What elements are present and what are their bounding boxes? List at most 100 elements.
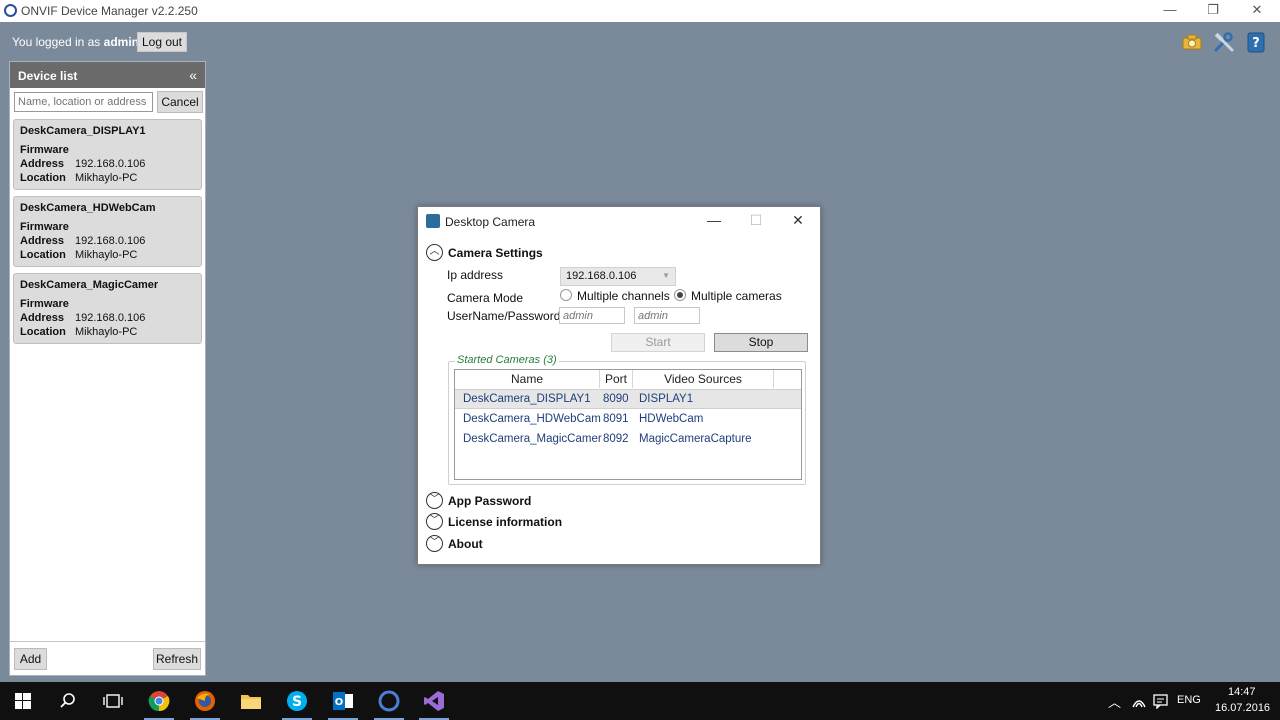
windows-logo-icon <box>15 693 31 709</box>
address-label: Address <box>20 158 65 170</box>
clock-date[interactable]: 16.07.2016 <box>1215 702 1270 714</box>
svg-text:O: O <box>335 697 344 708</box>
logout-button[interactable]: Log out <box>137 32 187 52</box>
onvif-app-icon <box>378 690 400 712</box>
firefox-icon <box>195 691 215 711</box>
taskbar: S O ︿ ENG 14:47 16.07.2016 <box>0 682 1280 720</box>
row-port: 8090 <box>603 393 629 405</box>
location-label: Location <box>20 172 66 184</box>
start-button[interactable] <box>0 682 46 720</box>
add-device-button[interactable]: Add <box>14 648 47 670</box>
device-address: 192.168.0.106 <box>75 312 146 324</box>
dialog-maximize-button: ☐ <box>749 212 763 228</box>
multiple-cameras-radio[interactable] <box>674 289 686 301</box>
collapse-panel-icon[interactable]: « <box>189 67 197 83</box>
row-name: DeskCamera_MagicCamer <box>463 433 602 445</box>
row-source: MagicCameraCapture <box>639 433 752 445</box>
device-card-display1[interactable]: DeskCamera_DISPLAY1 Firmware Address 192.… <box>13 119 202 190</box>
column-header-video-sources[interactable]: Video Sources <box>633 370 774 388</box>
started-cameras-table: Name Port Video Sources DeskCamera_DISPL… <box>454 369 802 480</box>
login-prefix: You logged in as <box>12 35 101 49</box>
search-button[interactable] <box>45 682 91 720</box>
multiple-cameras-label: Multiple cameras <box>691 289 782 303</box>
location-label: Location <box>20 249 66 261</box>
tools-icon[interactable] <box>1212 30 1236 54</box>
username-input[interactable] <box>559 307 625 324</box>
address-label: Address <box>20 235 65 247</box>
location-label: Location <box>20 326 66 338</box>
desktop-camera-dialog: Desktop Camera — ☐ ✕ ︿ Camera Settings I… <box>417 206 821 565</box>
address-label: Address <box>20 312 65 324</box>
chevron-down-icon: ﹀ <box>426 535 443 552</box>
device-name: DeskCamera_MagicCamer <box>20 279 159 291</box>
table-row[interactable]: DeskCamera_MagicCamer 8092 MagicCameraCa… <box>455 430 801 450</box>
device-card-magiccamer[interactable]: DeskCamera_MagicCamer Firmware Address 19… <box>13 273 202 344</box>
device-list-title: Device list <box>18 69 78 83</box>
password-input[interactable] <box>634 307 700 324</box>
stop-button[interactable]: Stop <box>714 333 808 352</box>
device-card-hdwebcam[interactable]: DeskCamera_HDWebCam Firmware Address 192.… <box>13 196 202 267</box>
dialog-title: Desktop Camera <box>445 215 536 229</box>
task-view-button[interactable] <box>90 682 136 720</box>
skype-icon: S <box>287 691 307 711</box>
restore-button[interactable]: ❐ <box>1191 0 1235 22</box>
ip-address-label: Ip address <box>447 268 504 282</box>
close-button[interactable]: ✕ <box>1235 0 1279 22</box>
device-list-header: Device list « <box>10 62 205 88</box>
chevron-down-icon: ﹀ <box>426 513 443 530</box>
column-header-name[interactable]: Name <box>455 370 600 388</box>
device-name: DeskCamera_HDWebCam <box>20 202 156 214</box>
task-view-icon <box>103 694 123 708</box>
app-titlebar: ONVIF Device Manager v2.2.250 — ❐ ✕ <box>0 0 1280 22</box>
firmware-label: Firmware <box>20 221 69 233</box>
visual-studio-icon <box>424 691 444 711</box>
start-button[interactable]: Start <box>611 333 705 352</box>
tray-overflow-icon[interactable]: ︿ <box>1108 692 1121 711</box>
app-password-label: App Password <box>448 494 532 508</box>
help-icon[interactable]: ? <box>1244 30 1268 54</box>
chevron-down-icon: ▼ <box>662 271 670 280</box>
refresh-button[interactable]: Refresh <box>153 648 201 670</box>
device-location: Mikhaylo-PC <box>75 172 138 184</box>
table-row[interactable]: DeskCamera_HDWebCam 8091 HDWebCam <box>455 410 801 430</box>
firmware-label: Firmware <box>20 144 69 156</box>
row-name: DeskCamera_DISPLAY1 <box>463 393 591 405</box>
row-source: DISPLAY1 <box>639 393 694 405</box>
clock-time[interactable]: 14:47 <box>1228 686 1256 698</box>
device-search-input[interactable] <box>14 92 153 112</box>
dialog-minimize-button[interactable]: — <box>702 212 726 230</box>
chevron-up-icon: ︿ <box>426 244 443 261</box>
login-status: You logged in as admin <box>12 35 139 49</box>
camera-settings-label: Camera Settings <box>448 246 543 260</box>
action-center-icon[interactable] <box>1153 694 1168 709</box>
dialog-close-button[interactable]: ✕ <box>786 212 810 230</box>
multiple-channels-radio[interactable] <box>560 289 572 301</box>
started-cameras-legend: Started Cameras (3) <box>455 354 559 366</box>
search-cancel-button[interactable]: Cancel <box>157 91 203 113</box>
table-row[interactable]: DeskCamera_DISPLAY1 8090 DISPLAY1 <box>455 389 801 409</box>
camera-mode-label: Camera Mode <box>447 291 524 305</box>
outlook-icon: O <box>333 692 353 710</box>
device-location: Mikhaylo-PC <box>75 326 138 338</box>
minimize-button[interactable]: — <box>1148 0 1192 22</box>
taskbar-skype[interactable]: S <box>274 682 320 720</box>
search-row: Cancel <box>10 88 205 118</box>
column-header-port[interactable]: Port <box>600 370 633 388</box>
login-user: admin <box>103 35 139 49</box>
ip-address-select[interactable]: 192.168.0.106 ▼ <box>560 267 676 286</box>
taskbar-chrome[interactable] <box>136 682 182 720</box>
camera-settings-icon[interactable] <box>1180 30 1204 54</box>
taskbar-onvif-manager[interactable] <box>366 682 412 720</box>
ip-address-value: 192.168.0.106 <box>566 270 637 282</box>
wifi-icon[interactable] <box>1131 695 1147 709</box>
folder-icon <box>241 695 261 709</box>
language-indicator[interactable]: ENG <box>1177 694 1201 706</box>
device-address: 192.168.0.106 <box>75 158 146 170</box>
row-source: HDWebCam <box>639 413 704 425</box>
taskbar-outlook[interactable]: O <box>320 682 366 720</box>
credentials-label: UserName/Password <box>447 309 561 323</box>
taskbar-file-explorer[interactable] <box>228 682 274 720</box>
taskbar-firefox[interactable] <box>182 682 228 720</box>
app-title: ONVIF Device Manager v2.2.250 <box>21 4 198 18</box>
taskbar-visual-studio[interactable] <box>411 682 457 720</box>
